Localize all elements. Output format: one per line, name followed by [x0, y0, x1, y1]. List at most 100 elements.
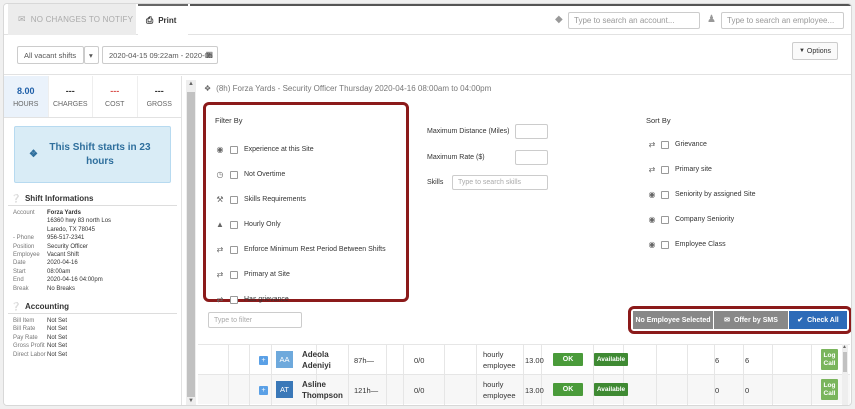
- cell-divider: [271, 375, 272, 405]
- checkbox[interactable]: [230, 145, 238, 154]
- checkbox[interactable]: [230, 220, 238, 229]
- filter-option-label: Primary at Site: [244, 271, 290, 278]
- question-icon: ❔: [11, 301, 21, 311]
- scroll-thumb[interactable]: [187, 92, 195, 397]
- info-key: Account: [13, 210, 35, 216]
- info-key: Position: [13, 243, 35, 250]
- info-key: Gross Profit: [13, 343, 45, 350]
- checkbox[interactable]: [230, 270, 238, 279]
- info-value: 2020-04-16: [47, 260, 78, 267]
- type-filter-input[interactable]: Type to filter: [208, 312, 302, 328]
- info-key: Date: [13, 260, 26, 267]
- avatar: AA: [276, 351, 293, 368]
- max-distance-input[interactable]: [515, 124, 548, 139]
- cell-divider: [476, 345, 477, 375]
- employee-search-input[interactable]: Type to search an employee...: [721, 12, 844, 29]
- cell-divider: [403, 375, 404, 405]
- max-rate-input[interactable]: [515, 150, 548, 165]
- envelope-icon: ✉: [724, 317, 730, 324]
- shift-select[interactable]: All vacant shifts: [17, 46, 84, 64]
- table-scrollbar[interactable]: ▲: [842, 344, 848, 405]
- rate-cell: 13.00: [525, 385, 544, 395]
- checkbox[interactable]: [661, 165, 669, 174]
- info-icon: ❖: [29, 148, 38, 160]
- checkbox[interactable]: [230, 245, 238, 254]
- info-key: [13, 217, 47, 225]
- filter-option[interactable]: ◉ Experience at this Site: [213, 145, 314, 154]
- info-key: - Phone: [13, 235, 35, 242]
- filter-option-label: Enforce Minimum Rest Period Between Shif…: [244, 246, 386, 253]
- print-label: Print: [158, 16, 177, 25]
- filter-option-label: Not Overtime: [244, 171, 286, 178]
- scroll-thumb[interactable]: [843, 352, 847, 372]
- medal-icon: ◉: [648, 240, 656, 249]
- checkbox[interactable]: [230, 195, 238, 204]
- filter-option[interactable]: ⇄ Has grievance: [213, 295, 289, 304]
- cell-divider: [811, 345, 812, 375]
- info-key: Break: [13, 285, 29, 292]
- date-range-input[interactable]: 2020-04-15 09:22am - 2020-05 ▦: [102, 46, 218, 64]
- sort-option[interactable]: ◉ Employee Class: [646, 240, 726, 249]
- log-call-button[interactable]: Log Call: [821, 349, 838, 370]
- calendar-icon[interactable]: ▦: [205, 50, 213, 59]
- sort-option[interactable]: ⇄ Primary site: [646, 165, 712, 174]
- options-button[interactable]: ▼ Options: [792, 42, 838, 60]
- log-call-button[interactable]: Log Call: [821, 379, 838, 400]
- shift-start-notice: ❖ This Shift starts in 23 hours: [14, 126, 171, 183]
- account-search-input[interactable]: Type to search an account...: [568, 12, 700, 29]
- employee-name[interactable]: Adeola Adeniyi: [302, 349, 331, 371]
- toolbar-divider: [190, 4, 851, 6]
- table-row[interactable]: + AT Asline Thompson 121h— 0/0 hourly employee 1…: [198, 374, 850, 405]
- filter-option[interactable]: ⇄ Primary at Site: [213, 270, 290, 279]
- print-button[interactable]: ⎙ Print: [138, 4, 188, 35]
- checkbox[interactable]: [230, 170, 238, 179]
- filter-option[interactable]: ⚒ Skills Requirements: [213, 195, 305, 204]
- first-name: Adeola: [302, 350, 329, 359]
- notify-button[interactable]: ✉ NO CHANGES TO NOTIFY: [8, 4, 136, 35]
- employee-name[interactable]: Asline Thompson: [302, 379, 343, 401]
- no-employee-selected-button[interactable]: No Employee Selected: [633, 311, 713, 329]
- table-row[interactable]: + AA Adeola Adeniyi 87h— 0/0 hourly employee 13.…: [198, 344, 850, 375]
- info-value: Not Set: [47, 318, 68, 325]
- info-key: Bill Rate: [13, 326, 36, 333]
- envelope-icon: ✉: [18, 14, 26, 24]
- checkbox[interactable]: [661, 190, 669, 199]
- info-row: Gross Profit Not Set: [4, 342, 181, 350]
- info-row: End 2020-04-16 04:00pm: [4, 276, 181, 284]
- scroll-up-icon[interactable]: ▲: [188, 81, 194, 87]
- heading-text: Accounting: [24, 301, 69, 311]
- stat-value: ---: [65, 85, 75, 96]
- left-scrollbar[interactable]: ▲ ▼: [186, 80, 196, 405]
- swap-icon: ⇄: [648, 140, 656, 149]
- filter-option[interactable]: ▲ Hourly Only: [213, 220, 281, 229]
- expand-icon[interactable]: +: [259, 386, 268, 395]
- rate-cell: 13.00: [525, 355, 544, 365]
- cell-divider: [444, 345, 445, 375]
- sort-option[interactable]: ◉ Seniority by assigned Site: [646, 190, 756, 199]
- heading-text: Shift Informations: [24, 193, 94, 203]
- cell-divider: [228, 345, 229, 375]
- filter-option-label: Hourly Only: [244, 221, 281, 228]
- skills-search-input[interactable]: Type to search skills: [452, 175, 548, 190]
- scroll-up-icon[interactable]: ▲: [842, 344, 847, 350]
- checkbox[interactable]: [230, 295, 238, 304]
- checkbox[interactable]: [661, 215, 669, 224]
- chevron-down-icon[interactable]: ▾: [84, 46, 99, 64]
- sort-option[interactable]: ◉ Company Seniority: [646, 215, 735, 224]
- scroll-down-icon[interactable]: ▼: [188, 398, 194, 404]
- cell-divider: [523, 375, 524, 405]
- checkbox[interactable]: [661, 240, 669, 249]
- caret-down-icon: ▼: [798, 48, 805, 54]
- ok-badge: OK: [553, 353, 583, 366]
- type-line: employee: [483, 391, 516, 400]
- filter-option[interactable]: ◷ Not Overtime: [213, 170, 286, 179]
- main-content: ❖ (8h) Forza Yards - Security Officer Th…: [198, 76, 851, 405]
- filter-option[interactable]: ⇄ Enforce Minimum Rest Period Between Shi…: [213, 245, 386, 254]
- sort-option[interactable]: ⇄ Grievance: [646, 140, 707, 149]
- shift-stats: 8.00 HOURS --- CHARGES --- COST --- GROS…: [4, 76, 181, 118]
- check-all-button[interactable]: ✔ Check All: [789, 311, 847, 329]
- offer-by-sms-button[interactable]: ✉ Offer by SMS: [714, 311, 788, 329]
- checkbox[interactable]: [661, 140, 669, 149]
- expand-icon[interactable]: +: [259, 356, 268, 365]
- accounting-list: Bill Item Not Set Bill Rate Not Set Pay Rate…: [4, 314, 181, 359]
